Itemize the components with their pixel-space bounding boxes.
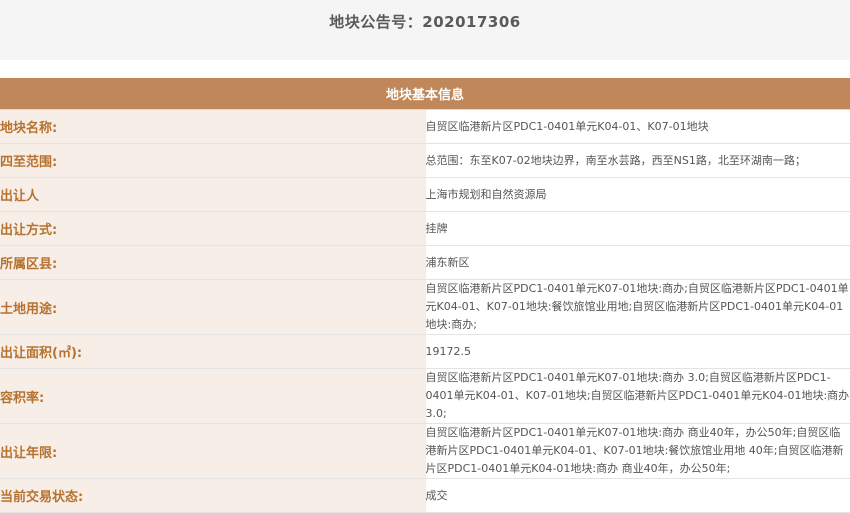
- table-row: 出让年限: 自贸区临港新片区PDC1-0401单元K07-01地块:商办 商业4…: [0, 423, 850, 479]
- parcel-info-table: 地块基本信息 地块名称: 自贸区临港新片区PDC1-0401单元K04-01、K…: [0, 78, 850, 513]
- section-title: 地块基本信息: [0, 78, 850, 110]
- row-label-boundary: 四至范围:: [0, 143, 426, 178]
- row-label-area: 出让面积(㎡):: [0, 334, 426, 369]
- table-row: 所属区县: 浦东新区: [0, 245, 850, 280]
- table-row: 当前交易状态: 成交: [0, 478, 850, 513]
- row-value-term: 自贸区临港新片区PDC1-0401单元K07-01地块:商办 商业40年，办公5…: [425, 423, 850, 479]
- row-value-land-use: 自贸区临港新片区PDC1-0401单元K07-01地块:商办;自贸区临港新片区P…: [425, 279, 850, 335]
- table-row: 四至范围: 总范围：东至K07-02地块边界，南至水芸路，西至NS1路，北至环湖…: [0, 143, 850, 178]
- row-label-district: 所属区县:: [0, 245, 426, 280]
- row-value-grantor: 上海市规划和自然资源局: [425, 177, 850, 212]
- row-value-plot-ratio: 自贸区临港新片区PDC1-0401单元K07-01地块:商办 3.0;自贸区临港…: [425, 368, 850, 424]
- table-row: 出让面积(㎡): 19172.5: [0, 334, 850, 369]
- table-row: 出让人 上海市规划和自然资源局: [0, 177, 850, 212]
- row-label-grantor: 出让人: [0, 177, 426, 212]
- row-value-status: 成交: [425, 478, 850, 513]
- notice-header: 地块公告号：202017306: [0, 0, 850, 60]
- row-label-land-use: 土地用途:: [0, 279, 426, 335]
- row-value-boundary: 总范围：东至K07-02地块边界，南至水芸路，西至NS1路，北至环湖南一路；: [425, 143, 850, 178]
- table-row: 地块名称: 自贸区临港新片区PDC1-0401单元K04-01、K07-01地块: [0, 109, 850, 144]
- row-label-plot-ratio: 容积率:: [0, 368, 426, 424]
- notice-number-title: 地块公告号：202017306: [329, 13, 521, 31]
- row-value-transfer-method: 挂牌: [425, 211, 850, 246]
- table-row: 土地用途: 自贸区临港新片区PDC1-0401单元K07-01地块:商办;自贸区…: [0, 279, 850, 335]
- row-value-district: 浦东新区: [425, 245, 850, 280]
- table-row: 容积率: 自贸区临港新片区PDC1-0401单元K07-01地块:商办 3.0;…: [0, 368, 850, 424]
- row-label-term: 出让年限:: [0, 423, 426, 479]
- row-label-status: 当前交易状态:: [0, 478, 426, 513]
- spacer: [0, 60, 850, 78]
- row-value-area: 19172.5: [425, 334, 850, 369]
- table-row: 出让方式: 挂牌: [0, 211, 850, 246]
- row-label-parcel-name: 地块名称:: [0, 109, 426, 144]
- row-label-transfer-method: 出让方式:: [0, 211, 426, 246]
- row-value-parcel-name: 自贸区临港新片区PDC1-0401单元K04-01、K07-01地块: [425, 109, 850, 144]
